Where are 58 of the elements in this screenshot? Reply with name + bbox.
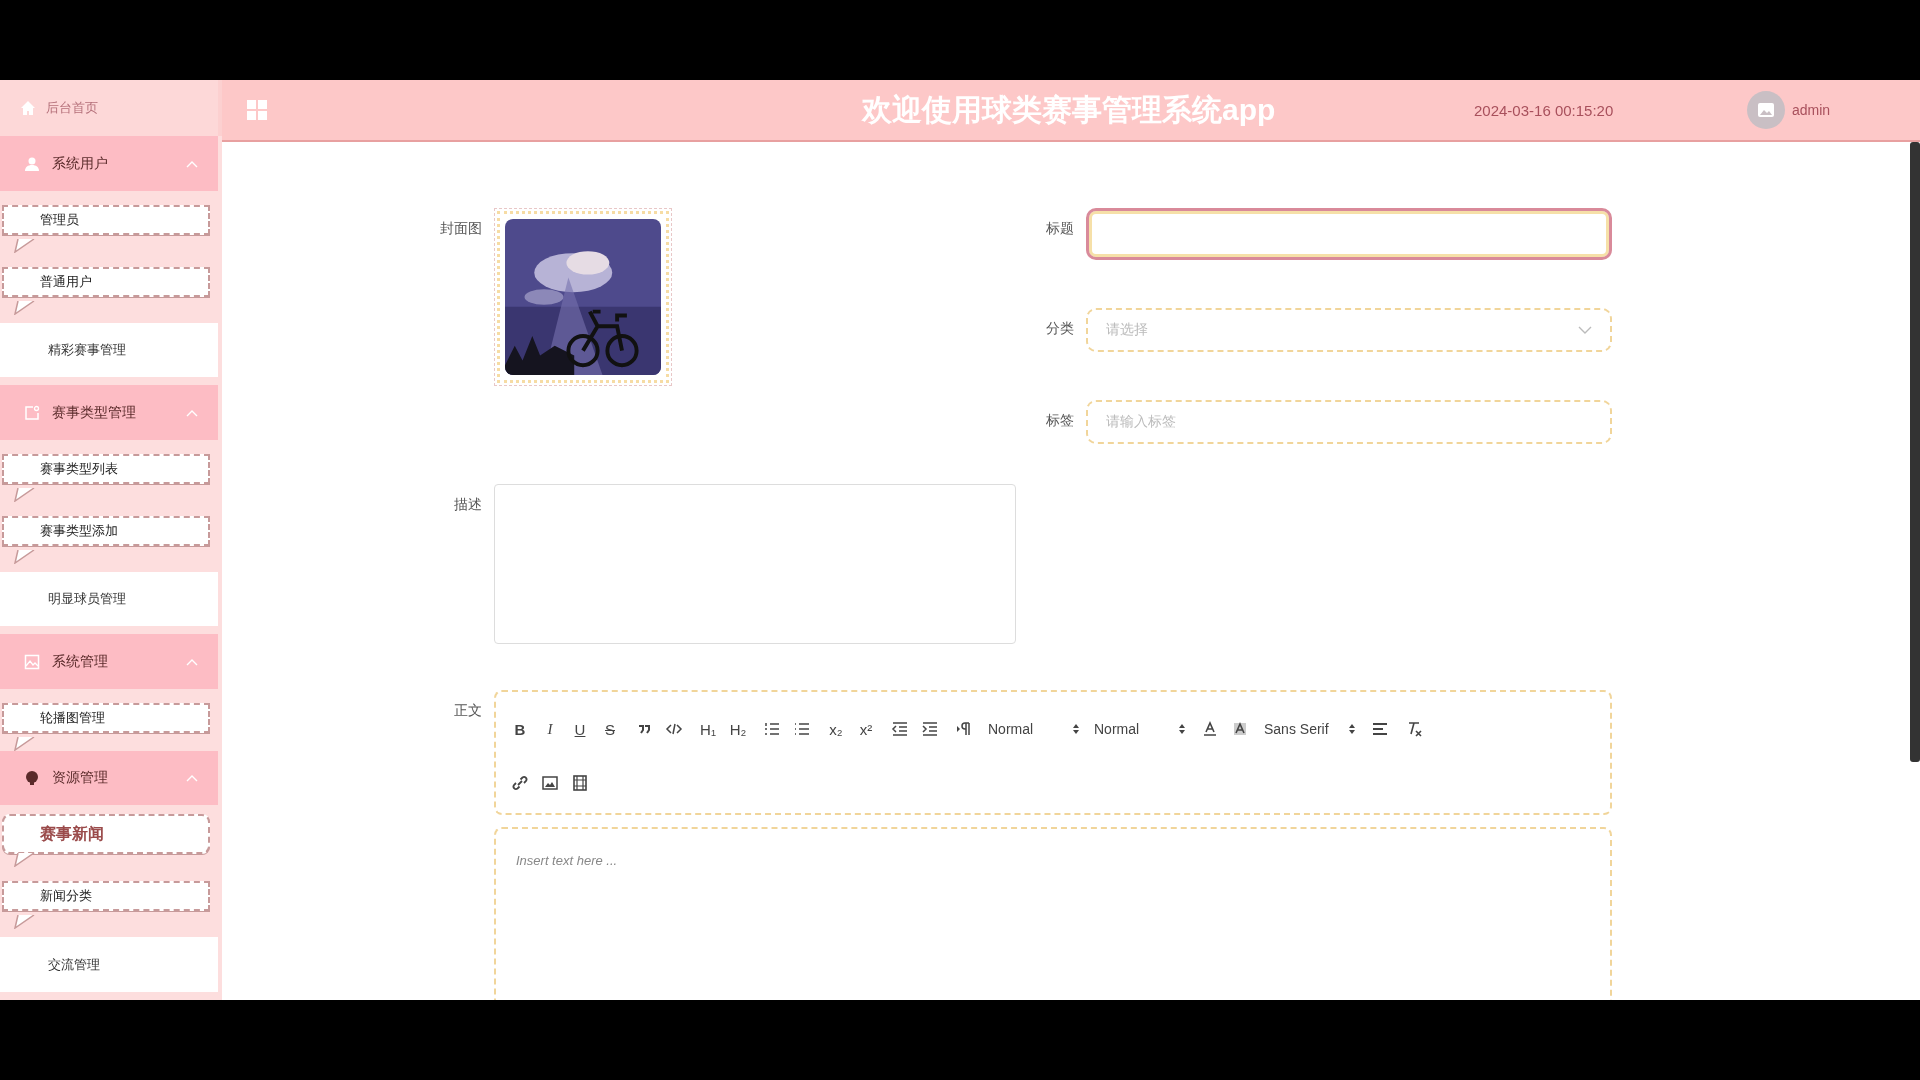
menu-group-label: 赛事类型管理 [52,403,137,422]
format-button[interactable]: H₂ [728,718,748,740]
sort-arrows-icon [1348,723,1356,735]
chevron-down-icon [1578,325,1592,335]
menu-group[interactable]: 系统用户 [0,136,218,191]
speech-tail-icon [14,853,36,868]
menu-group[interactable]: 资源管理 [0,750,218,806]
field-label: 分类 [1045,319,1074,338]
image-icon [24,653,40,670]
speech-tail-icon [14,238,36,253]
home-icon [20,100,36,117]
format-button[interactable]: H₁ [698,718,718,740]
format-button[interactable]: x² [856,718,876,740]
lightbulb-icon [24,770,40,787]
menu-item[interactable]: 精彩赛事管理 [0,322,218,378]
menu-item[interactable]: 赛事类型列表 [2,453,210,484]
dropdown-picker[interactable]: Normal [988,721,1080,737]
menu-item[interactable]: 明显球员管理 [0,571,218,627]
format-button[interactable]: x₂ [826,718,846,740]
format-button[interactable]: U [570,718,590,740]
speech-tail-icon [14,487,36,502]
description-field[interactable] [494,484,1016,644]
user-icon [24,155,40,172]
menu-group[interactable]: 系统管理 [0,634,218,689]
field-label: 标题 [1045,219,1074,238]
date-time: 2024-03-16 00:15:20 [1474,101,1614,119]
format-button[interactable]: I [540,718,560,740]
cover-upload[interactable] [494,208,672,386]
menu-item[interactable]: 普通用户 [2,266,210,297]
scrollbar[interactable] [1910,142,1920,762]
menu-group-label: 系统用户 [52,154,109,173]
sort-arrows-icon [1178,723,1186,735]
menu-item[interactable]: 管理员 [2,204,210,235]
speech-tail-icon [14,915,36,930]
menu-group[interactable]: 赛事类型管理 [0,385,218,440]
menu-group-label: 系统管理 [52,652,109,671]
field-label: 描述 [453,495,482,514]
document-icon [24,404,40,421]
video-icon[interactable] [570,772,590,794]
speech-tail-icon [14,300,36,315]
sort-arrows-icon [1072,723,1080,735]
menu-item[interactable]: 新闻分类 [2,881,210,912]
format-button[interactable]: S [600,718,620,740]
menu-group-label: 资源管理 [52,769,109,788]
user-name[interactable]: admin [1792,102,1831,118]
speech-tail-icon [14,549,36,564]
field-label: 标签 [1045,411,1074,430]
menu-item[interactable]: 赛事类型添加 [2,515,210,546]
dropdown-picker[interactable]: Normal [1094,721,1186,737]
menu-item[interactable]: 轮播图管理 [2,702,210,733]
rich-text-editor[interactable]: Insert text here ... [494,827,1612,1000]
field-label: 正文 [453,701,482,720]
field-label: 封面图 [439,219,482,238]
dropdown-picker[interactable]: Sans Serif [1264,721,1356,737]
speech-tail-icon [14,736,36,751]
format-button[interactable]: B [510,718,530,740]
title-field[interactable] [1086,208,1612,260]
menu-item[interactable]: 交流管理 [0,937,218,992]
